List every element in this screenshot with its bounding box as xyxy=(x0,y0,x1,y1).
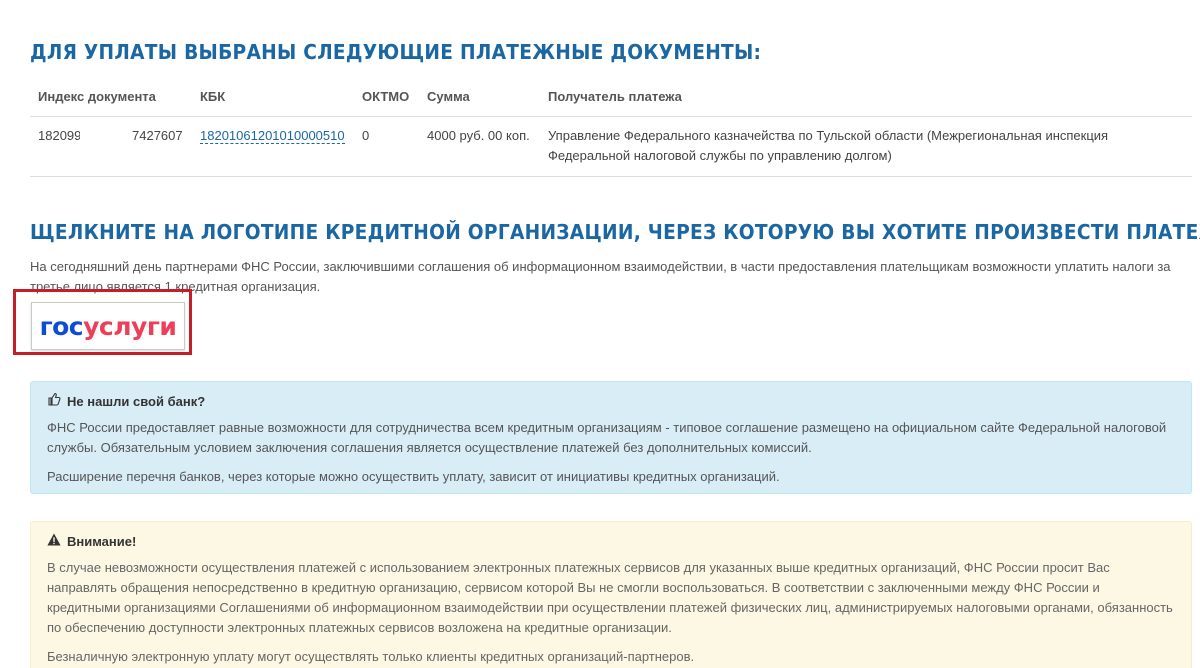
kbk-link[interactable]: 18201061201010000510 xyxy=(200,127,345,144)
info-box-title: Не нашли свой банк? xyxy=(67,394,206,409)
warning-box-paragraph-1: В случае невозможности осуществления пла… xyxy=(47,560,1173,635)
warning-box-header: Внимание! xyxy=(47,532,1175,552)
gosuslugi-logo: госуслуги xyxy=(40,312,177,341)
col-header-sum: Сумма xyxy=(419,78,540,117)
select-bank-title: ЩЕЛКНИТЕ НА ЛОГОТИПЕ КРЕДИТНОЙ ОРГАНИЗАЦ… xyxy=(30,220,1200,244)
document-index-cell: 182099 7427607 xyxy=(30,116,192,177)
info-box-header: Не нашли свой банк? xyxy=(47,392,1175,412)
attention-warning-box: Внимание! В случае невозможности осущест… xyxy=(30,521,1192,668)
col-header-kbk: КБК xyxy=(192,78,354,117)
col-header-recipient: Получатель платежа xyxy=(540,78,1192,117)
warning-box-title: Внимание! xyxy=(67,534,137,549)
document-index-part2: 7427607 xyxy=(132,127,183,143)
payment-documents-table: Индекс документа КБК ОКТМО Сумма Получат… xyxy=(30,78,1192,177)
table-row: 182099 7427607 18201061201010000510 0 400… xyxy=(30,116,1192,177)
partners-intro-text: На сегодняшний день партнерами ФНС Росси… xyxy=(30,259,1171,294)
info-box-paragraph-2: Расширение перечня банков, через которые… xyxy=(47,469,780,484)
logo-part-gos: гос xyxy=(39,311,84,341)
bank-not-found-info-box: Не нашли свой банк? ФНС России предостав… xyxy=(30,381,1192,494)
gosuslugi-logo-button[interactable]: госуслуги xyxy=(31,302,185,350)
col-header-oktmo: ОКТМО xyxy=(354,78,419,117)
sum-cell: 4000 руб. 00 коп. xyxy=(419,116,540,177)
warning-box-paragraph-2: Безналичную электронную уплату могут осу… xyxy=(47,649,695,664)
col-header-index: Индекс документа xyxy=(30,78,192,117)
oktmo-cell: 0 xyxy=(354,116,419,177)
logo-part-uslugi: услуги xyxy=(83,311,177,341)
recipient-cell: Управление Федерального казначейства по … xyxy=(540,116,1192,177)
payment-documents-title: ДЛЯ УПЛАТЫ ВЫБРАНЫ СЛЕДУЮЩИЕ ПЛАТЕЖНЫЕ Д… xyxy=(30,40,762,64)
document-index-part1: 182099 xyxy=(38,127,80,143)
table-header-row: Индекс документа КБК ОКТМО Сумма Получат… xyxy=(30,78,1192,117)
info-box-paragraph-1: ФНС России предоставляет равные возможно… xyxy=(47,420,1167,455)
warning-icon xyxy=(47,532,61,552)
kbk-cell: 18201061201010000510 xyxy=(192,116,354,177)
thumbs-up-icon xyxy=(47,392,61,412)
